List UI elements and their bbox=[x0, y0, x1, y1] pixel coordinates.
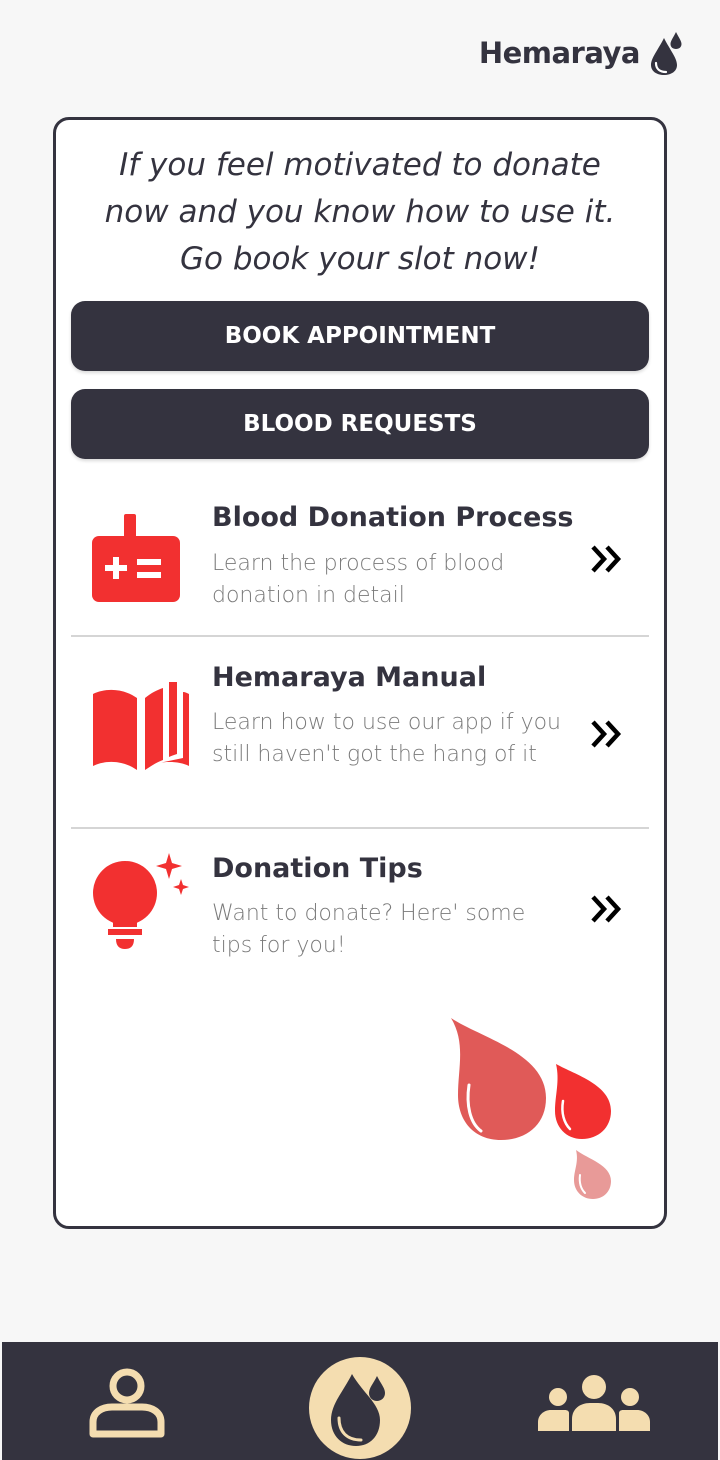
lightbulb-sparkle-icon bbox=[93, 853, 189, 949]
book-appointment-button[interactable]: BOOK APPOINTMENT bbox=[71, 301, 649, 371]
medical-kit-icon bbox=[92, 514, 180, 602]
list-item-donation-tips[interactable]: Donation Tips Want to donate? Here' some… bbox=[71, 829, 649, 999]
bottom-nav bbox=[2, 1342, 718, 1460]
app-name: Hemaraya bbox=[478, 36, 641, 70]
profile-icon[interactable] bbox=[88, 1368, 166, 1440]
blood-requests-button[interactable]: BLOOD REQUESTS bbox=[71, 389, 649, 459]
double-chevron-right-icon[interactable] bbox=[590, 544, 624, 574]
motivation-text: If you feel motivated to donate now and … bbox=[56, 142, 664, 283]
double-chevron-right-icon[interactable] bbox=[590, 894, 624, 924]
list-item-blood-donation-process[interactable]: Blood Donation Process Learn the process… bbox=[71, 480, 649, 635]
item-title: Hemaraya Manual bbox=[212, 662, 487, 693]
list-item-hemaraya-manual[interactable]: Hemaraya Manual Learn how to use our app… bbox=[71, 637, 649, 827]
double-chevron-right-icon[interactable] bbox=[590, 719, 624, 749]
item-title: Blood Donation Process bbox=[212, 502, 574, 533]
item-description: Learn how to use our app if you still ha… bbox=[212, 710, 562, 767]
item-title: Donation Tips bbox=[212, 853, 423, 884]
open-book-icon bbox=[93, 682, 189, 770]
app-header: Hemaraya bbox=[479, 30, 684, 76]
blood-drop-logo-icon bbox=[651, 32, 682, 75]
donation-card: If you feel motivated to donate now and … bbox=[53, 117, 667, 1229]
item-description: Learn the process of blood donation in d… bbox=[212, 551, 505, 608]
motivation-line: If you feel motivated to donate bbox=[119, 147, 601, 183]
blood-drops-icon bbox=[451, 1018, 611, 1199]
motivation-line: Go book your slot now! bbox=[180, 241, 540, 277]
item-description: Want to donate? Here' some tips for you! bbox=[212, 901, 526, 958]
blood-drop-home-icon[interactable] bbox=[307, 1352, 413, 1460]
motivation-line: now and you know how to use it. bbox=[104, 194, 616, 230]
community-icon[interactable] bbox=[538, 1375, 650, 1433]
